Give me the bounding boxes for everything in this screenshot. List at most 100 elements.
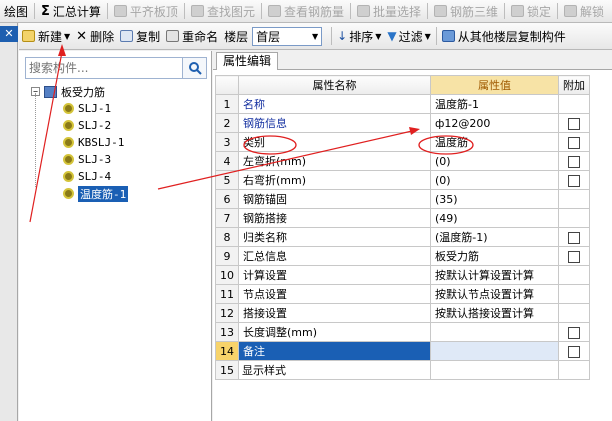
property-value-cell[interactable]: (温度筋-1) xyxy=(430,227,559,247)
table-row[interactable]: 2 钢筋信息 ф12@200 xyxy=(215,113,590,133)
row-number: 15 xyxy=(215,360,239,380)
left-dock-strip xyxy=(0,23,18,421)
tree-root[interactable]: − 板受力筋 xyxy=(31,83,128,100)
table-row[interactable]: 6 钢筋锚固 (35) xyxy=(215,189,590,209)
search-input[interactable] xyxy=(26,58,182,78)
property-value-cell[interactable]: 温度筋 xyxy=(430,132,559,152)
tree-item[interactable]: SLJ-4 xyxy=(31,168,128,185)
row-number: 14 xyxy=(215,341,239,361)
row-number: 12 xyxy=(215,303,239,323)
property-value-cell[interactable]: (35) xyxy=(430,189,559,209)
table-row[interactable]: 4 左弯折(mm) (0) xyxy=(215,151,590,171)
dropdown-arrow-icon: ▼ xyxy=(311,31,319,41)
property-value-cell[interactable]: (0) xyxy=(430,170,559,190)
extra-checkbox[interactable] xyxy=(568,117,580,130)
tree-item[interactable]: SLJ-2 xyxy=(31,117,128,134)
extra-cell xyxy=(558,303,590,323)
property-value-cell[interactable]: (0) xyxy=(430,151,559,171)
tree-item[interactable]: 温度筋-1 xyxy=(31,185,129,202)
extra-checkbox[interactable] xyxy=(568,231,580,244)
table-row[interactable]: 11 节点设置 按默认节点设置计算 xyxy=(215,284,590,304)
table-row[interactable]: 15+显示样式 xyxy=(215,360,590,380)
table-row[interactable]: 13 长度调整(mm) xyxy=(215,322,590,342)
table-row[interactable]: 5 右弯折(mm) (0) xyxy=(215,170,590,190)
tab-property-edit[interactable]: 属性编辑 xyxy=(216,52,279,70)
toolbar-button-5[interactable]: 批量选择 xyxy=(353,1,425,22)
row-number: 7 xyxy=(215,208,239,228)
property-name-cell: 右弯折(mm) xyxy=(238,170,431,190)
toolbar-separator xyxy=(435,27,437,45)
property-value-cell[interactable]: 按默认搭接设置计算 xyxy=(430,303,559,323)
close-icon: ✕ xyxy=(4,27,14,40)
toolbar-button-6[interactable]: 钢筋三维 xyxy=(430,1,502,22)
main-toolbar: 绘图 Σ 汇总计算 平齐板顶 查找图元 查看钢筋量 批量选择 钢筋三维 锁定 解锁 xyxy=(0,0,612,23)
row-number: 4 xyxy=(215,151,239,171)
property-value-cell[interactable]: 板受力筋 xyxy=(430,246,559,266)
property-name-cell: 钢筋信息 xyxy=(238,113,431,133)
property-value-cell[interactable] xyxy=(430,360,559,380)
table-row[interactable]: 1 名称 温度筋-1 xyxy=(215,94,590,114)
property-name-header: 属性名称 xyxy=(238,75,431,95)
toolbar-button-8[interactable]: 解锁 xyxy=(560,1,608,22)
align-slab-icon xyxy=(113,5,127,17)
toolbar-button-7[interactable]: 锁定 xyxy=(507,1,555,22)
floor-dropdown[interactable]: 首层 ▼ xyxy=(252,26,323,46)
close-pane-button[interactable]: ✕ xyxy=(0,26,18,42)
row-number: 8 xyxy=(215,227,239,247)
extra-checkbox[interactable] xyxy=(568,326,580,339)
table-row[interactable]: 14 备注 xyxy=(215,341,590,361)
property-value-cell[interactable]: ф12@200 xyxy=(430,113,559,133)
copy-button[interactable]: 复制 xyxy=(117,25,163,47)
filter-button[interactable]: ▼ 过滤 ▼ xyxy=(384,25,433,47)
extra-cell xyxy=(558,208,590,228)
property-value-cell[interactable]: 温度筋-1 xyxy=(430,94,559,114)
extra-checkbox[interactable] xyxy=(568,136,580,149)
new-button[interactable]: 新建 ▼ xyxy=(19,25,73,47)
extra-checkbox[interactable] xyxy=(568,250,580,263)
toolbar-button-4[interactable]: 查看钢筋量 xyxy=(264,1,348,22)
copy-icon xyxy=(120,30,134,42)
toolbar-button-0[interactable]: 绘图 xyxy=(0,1,32,22)
table-row[interactable]: 3 类别 温度筋 xyxy=(215,132,590,152)
row-number: 11 xyxy=(215,284,239,304)
filter-icon: ▼ xyxy=(387,29,397,43)
sort-icon: ↓ xyxy=(337,29,348,43)
table-row[interactable]: 12 搭接设置 按默认搭接设置计算 xyxy=(215,303,590,323)
table-row[interactable]: 9 汇总信息 板受力筋 xyxy=(215,246,590,266)
gear-icon xyxy=(63,171,74,182)
tree-item[interactable]: SLJ-1 xyxy=(31,100,128,117)
sort-button[interactable]: ↓ 排序 ▼ xyxy=(334,25,384,47)
copy-from-floor-button[interactable]: 从其他楼层复制构件 xyxy=(439,25,569,47)
search-button[interactable] xyxy=(182,58,206,78)
toolbar-separator xyxy=(557,3,559,19)
property-value-cell[interactable] xyxy=(430,341,559,361)
component-tree: − 板受力筋 SLJ-1 SLJ-2 KBSLJ-1 SLJ-3 SLJ-4 温度筋-1 xyxy=(31,83,129,202)
toolbar-button-2[interactable]: 平齐板顶 xyxy=(110,1,182,22)
table-row[interactable]: 8 归类名称 (温度筋-1) xyxy=(215,227,590,247)
toolbar-separator xyxy=(426,3,428,19)
delete-button[interactable]: ✕ 删除 xyxy=(73,25,117,47)
property-value-cell[interactable]: 按默认节点设置计算 xyxy=(430,284,559,304)
extra-checkbox[interactable] xyxy=(568,174,580,187)
toolbar-button-3[interactable]: 查找图元 xyxy=(187,1,259,22)
property-tabbar: 属性编辑 xyxy=(213,51,612,70)
extra-cell xyxy=(558,360,590,380)
row-number: 5 xyxy=(215,170,239,190)
tree-item[interactable]: KBSLJ-1 xyxy=(31,134,128,151)
table-row[interactable]: 10 计算设置 按默认计算设置计算 xyxy=(215,265,590,285)
property-value-cell[interactable] xyxy=(430,322,559,342)
component-toolbar: 新建 ▼ ✕ 删除 复制 重命名 楼层 首层 ▼ ↓ 排序 ▼ ▼ 过滤 ▼ 从… xyxy=(19,23,612,50)
toolbar-button-1[interactable]: Σ 汇总计算 xyxy=(37,1,105,22)
extra-cell xyxy=(558,94,590,114)
extra-checkbox[interactable] xyxy=(568,345,580,358)
row-number: 13 xyxy=(215,322,239,342)
extra-cell xyxy=(558,132,590,152)
extra-checkbox[interactable] xyxy=(568,155,580,168)
tree-item[interactable]: SLJ-3 xyxy=(31,151,128,168)
property-name-cell: 名称 xyxy=(238,94,431,114)
table-row[interactable]: 7 钢筋搭接 (49) xyxy=(215,208,590,228)
property-value-cell[interactable]: 按默认计算设置计算 xyxy=(430,265,559,285)
chevron-down-icon: ▼ xyxy=(375,31,382,41)
rename-button[interactable]: 重命名 xyxy=(163,25,221,47)
property-value-cell[interactable]: (49) xyxy=(430,208,559,228)
